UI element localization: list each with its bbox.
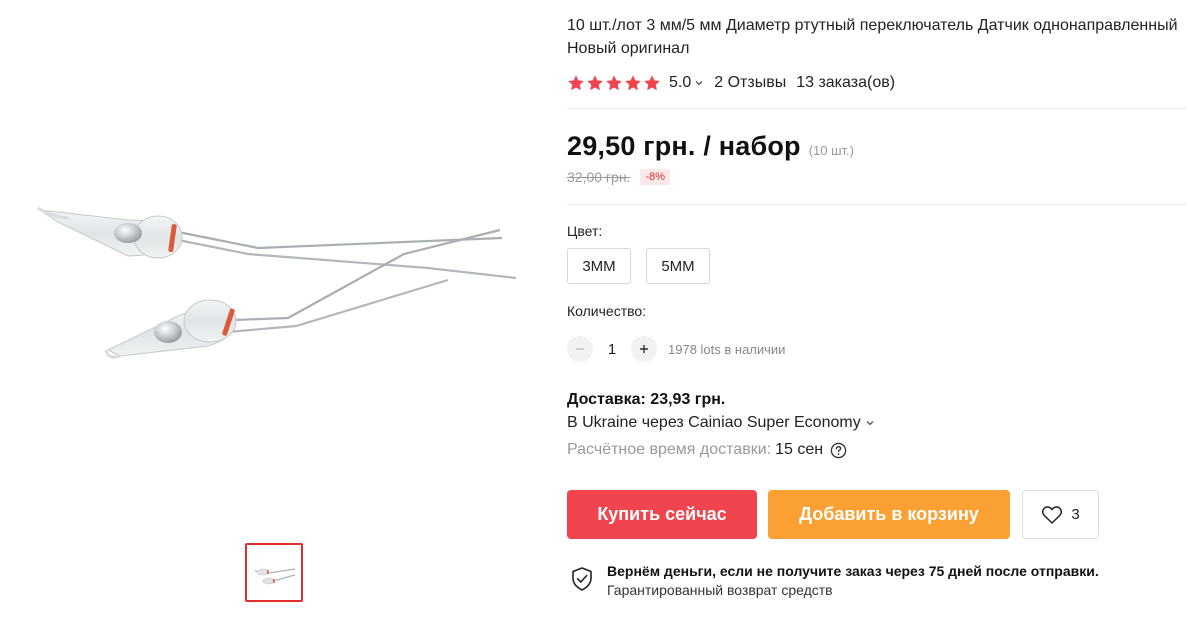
- rating-value[interactable]: 5.0: [669, 74, 691, 92]
- wishlist-count: 3: [1071, 506, 1080, 523]
- star-icon: [625, 75, 641, 91]
- price-unit-note: (10 шт.): [808, 143, 855, 158]
- discount-badge: -8%: [640, 169, 670, 185]
- guarantee-main: Вернём деньги, если не получите заказ че…: [607, 563, 1099, 579]
- color-option-5mm[interactable]: 5MM: [646, 248, 710, 284]
- color-options: 3MM 5MM: [567, 248, 710, 284]
- star-icon: [644, 75, 660, 91]
- thumbnail-photo: [247, 545, 301, 600]
- reviews-link[interactable]: 2 Отзывы: [714, 74, 786, 92]
- stock-availability: 1978 lots в наличии: [668, 341, 786, 357]
- delivery-method-label: В Ukraine через Cainiao Super Economy: [567, 414, 861, 431]
- divider: [567, 204, 1187, 205]
- old-price-row: 32,00 грн. -8%: [567, 169, 670, 185]
- heart-icon: [1042, 505, 1063, 524]
- star-icon: [568, 75, 584, 91]
- delivery-time: Расчётное время доставки: 15 сен: [567, 441, 847, 459]
- product-title: 10 шт./лот 3 мм/5 мм Диаметр ртутный пер…: [567, 17, 1178, 57]
- buy-now-button[interactable]: Купить сейчас: [567, 490, 757, 539]
- delivery-cost: Доставка: 23,93 грн.: [567, 391, 726, 408]
- color-option-3mm[interactable]: 3MM: [567, 248, 631, 284]
- minus-icon: [576, 348, 584, 350]
- chevron-down-icon[interactable]: [694, 78, 704, 88]
- help-icon[interactable]: [830, 442, 847, 459]
- increase-quantity-button[interactable]: [631, 336, 657, 362]
- color-label: Цвет:: [567, 223, 603, 239]
- divider: [567, 108, 1187, 109]
- delivery-method-select[interactable]: В Ukraine через Cainiao Super Economy: [567, 414, 875, 432]
- delivery-time-label: Расчётное время доставки:: [567, 441, 772, 458]
- product-main-image[interactable]: [28, 150, 528, 390]
- shield-check-icon: [572, 567, 592, 591]
- quantity-stepper: 1 1978 lots в наличии: [567, 336, 785, 362]
- purchase-actions: Купить сейчас Добавить в корзину 3: [567, 490, 1099, 539]
- orders-count: 13 заказа(ов): [796, 74, 896, 91]
- buyer-protection: Вернём деньги, если не получите заказ че…: [569, 562, 1099, 600]
- buyer-protection-text: Вернём деньги, если не получите заказ че…: [607, 562, 1099, 600]
- rating-stars: [567, 74, 661, 92]
- quantity-label: Количество:: [567, 303, 647, 319]
- chevron-down-icon: [866, 421, 874, 426]
- wishlist-button[interactable]: 3: [1022, 490, 1099, 539]
- price-block: 29,50 грн. / набор (10 шт.): [567, 131, 854, 162]
- guarantee-sub: Гарантированный возврат средств: [607, 582, 833, 598]
- rating-row: 5.0 2 Отзывы 13 заказа(ов): [567, 72, 895, 94]
- product-photo: [37, 206, 517, 359]
- decrease-quantity-button[interactable]: [567, 336, 593, 362]
- star-icon: [587, 75, 603, 91]
- quantity-input[interactable]: 1: [593, 341, 631, 358]
- star-icon: [606, 75, 622, 91]
- add-to-cart-button[interactable]: Добавить в корзину: [768, 490, 1010, 539]
- plus-icon: [640, 345, 648, 353]
- current-price: 29,50 грн. / набор: [567, 131, 801, 161]
- gallery-thumbnail[interactable]: [245, 543, 303, 602]
- old-price: 32,00 грн.: [567, 169, 631, 185]
- delivery-time-value: 15 сен: [775, 441, 824, 458]
